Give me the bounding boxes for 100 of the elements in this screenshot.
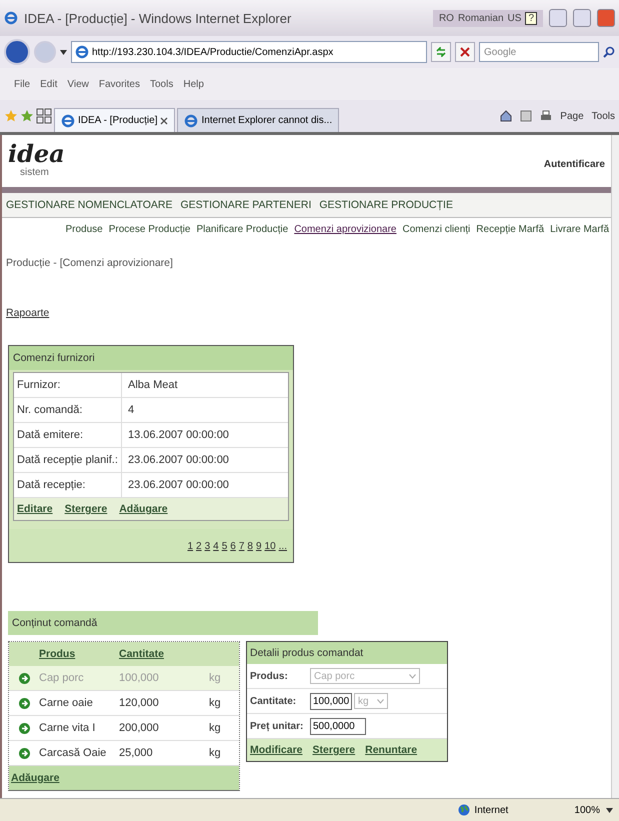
- table-cell-text: 120,000: [119, 697, 160, 709]
- arrow-icon[interactable]: [18, 748, 30, 758]
- sub-nav-link[interactable]: Produse: [66, 224, 103, 235]
- menu-item[interactable]: Favorites: [98, 78, 140, 90]
- zoom-level[interactable]: 100%: [574, 804, 600, 816]
- page-link[interactable]: 2: [196, 541, 202, 552]
- home-icon[interactable]: [500, 110, 512, 122]
- keyboard-layout[interactable]: US: [508, 12, 522, 24]
- quantity-field[interactable]: 100,000: [310, 692, 352, 710]
- field-value: 13.06.2007 00:00:00: [127, 429, 229, 441]
- table-cell-text: kg: [209, 722, 222, 734]
- price-field[interactable]: 500,0000: [310, 718, 366, 734]
- sub-nav-link[interactable]: Comenzi clienți: [402, 224, 470, 235]
- page-link[interactable]: 5: [222, 541, 228, 552]
- grid-row[interactable]: Carne vita I 200,000 kg: [9, 716, 239, 741]
- menu-item[interactable]: Help: [183, 78, 204, 90]
- field-value: 23.06.2007 00:00:00: [127, 479, 229, 491]
- grid-row[interactable]: Carne oaie 120,000 kg: [9, 691, 239, 716]
- arrow-icon[interactable]: [18, 672, 30, 684]
- field-value: Alba Meat: [127, 379, 178, 391]
- field-label: Dată emitere:: [14, 423, 122, 447]
- quick-tabs-icon[interactable]: [36, 108, 52, 124]
- arrow-icon[interactable]: [18, 698, 30, 708]
- command-button[interactable]: Tools: [592, 110, 615, 122]
- table-cell-text: kg: [209, 697, 222, 709]
- panel-title: Comenzi furnizori: [9, 346, 293, 370]
- table-cell-text: Carne oaie: [39, 697, 94, 709]
- back-button[interactable]: [4, 39, 30, 65]
- table-cell-text: 100,000: [119, 672, 160, 684]
- field-label: Dată recepție:: [14, 473, 122, 497]
- section-header: Conținut comandă: [8, 611, 318, 635]
- field-label: Cantitate:: [250, 696, 298, 706]
- sub-nav-link[interactable]: Procese Producție: [108, 224, 190, 235]
- page-link[interactable]: 7: [238, 541, 244, 552]
- close-button[interactable]: [597, 9, 615, 27]
- page-link[interactable]: 1: [187, 541, 194, 552]
- menu-item[interactable]: File: [14, 78, 30, 90]
- close-tab-icon[interactable]: [160, 116, 168, 124]
- zoom-dropdown-icon[interactable]: [606, 808, 613, 812]
- browser-tab[interactable]: IDEA - [Producție]: [54, 108, 176, 132]
- reports-link[interactable]: Rapoarte: [6, 307, 50, 319]
- security-zone: Internet: [474, 804, 508, 816]
- action-link[interactable]: Editare: [17, 503, 53, 515]
- search-icon[interactable]: [603, 46, 615, 58]
- field-label: Nr. comandă:: [14, 398, 122, 422]
- field-label: Produs:: [250, 670, 289, 682]
- main-nav-item[interactable]: GESTIONARE PRODUCȚIE: [319, 199, 453, 211]
- column-header[interactable]: Produs: [39, 648, 119, 660]
- table-cell-text: 25,000: [119, 747, 154, 759]
- page-link[interactable]: 8: [247, 541, 253, 552]
- main-nav-item[interactable]: GESTIONARE PARTENERI: [180, 199, 312, 211]
- minimize-button[interactable]: [549, 9, 567, 27]
- page-link[interactable]: 4: [213, 541, 219, 552]
- sub-nav-link[interactable]: Planificare Producție: [196, 224, 288, 235]
- field-label: Preț unitar:: [250, 720, 304, 732]
- menu-item[interactable]: View: [67, 78, 89, 90]
- sub-nav-link[interactable]: Livrare Marfă: [550, 224, 609, 235]
- favorites-star-icon[interactable]: [4, 109, 18, 123]
- table-cell-text: Cap porc: [39, 672, 85, 684]
- action-link[interactable]: Adăugare: [119, 503, 168, 515]
- restore-button[interactable]: [573, 9, 591, 27]
- menu-item[interactable]: Tools: [150, 78, 174, 90]
- globe-icon: [458, 804, 470, 816]
- sub-nav-link[interactable]: Comenzi aprovizionare: [294, 224, 396, 235]
- search-field[interactable]: Google: [479, 42, 599, 62]
- field-label: Furnizor:: [14, 373, 122, 397]
- action-link[interactable]: Modificare: [250, 744, 303, 756]
- table-cell-text: kg: [209, 747, 222, 759]
- address-field[interactable]: http://193.230.104.3/IDEA/Productie/ComenziApr.aspx: [71, 41, 427, 63]
- action-link[interactable]: Stergere: [64, 503, 108, 515]
- printer-icon[interactable]: [540, 110, 552, 122]
- action-link[interactable]: Stergere: [312, 744, 356, 756]
- language-name[interactable]: Romanian: [458, 12, 504, 24]
- main-nav-item[interactable]: GESTIONARE NOMENCLATOARE: [6, 199, 172, 211]
- table-cell-text: 200,000: [119, 722, 160, 734]
- page-link[interactable]: 9: [256, 541, 262, 552]
- menu-item[interactable]: Edit: [40, 78, 58, 90]
- history-dropdown-icon[interactable]: [60, 50, 67, 54]
- column-header[interactable]: Cantitate: [119, 648, 209, 660]
- page-link[interactable]: ...: [278, 541, 287, 552]
- page-link[interactable]: 6: [230, 541, 236, 552]
- refresh-icon[interactable]: [436, 47, 446, 57]
- table-cell-text: Carne vita I: [39, 722, 96, 734]
- action-link[interactable]: Renuntare: [365, 744, 418, 756]
- help-button[interactable]: ?: [525, 12, 537, 24]
- stop-icon[interactable]: [460, 47, 470, 57]
- sub-nav-link[interactable]: Recepție Marfă: [476, 224, 544, 235]
- page-link[interactable]: 10: [264, 541, 276, 552]
- login-link[interactable]: Autentificare: [544, 159, 605, 170]
- browser-tab[interactable]: Internet Explorer cannot dis...: [177, 108, 340, 132]
- panel-title: Detalii produs comandat: [247, 642, 447, 664]
- logo: idea sistem: [8, 139, 65, 178]
- breadcrumb: Producție - [Comenzi aprovizionare]: [5, 256, 174, 269]
- arrow-icon[interactable]: [18, 722, 30, 734]
- add-link[interactable]: Adăugare: [11, 772, 60, 784]
- field-label: Dată recepție planif.:: [14, 448, 122, 472]
- language-code[interactable]: RO: [438, 12, 454, 24]
- page-link[interactable]: 3: [204, 541, 210, 552]
- table-cell-text: Carcasă Oaie: [39, 747, 108, 759]
- command-button[interactable]: Page: [560, 110, 584, 122]
